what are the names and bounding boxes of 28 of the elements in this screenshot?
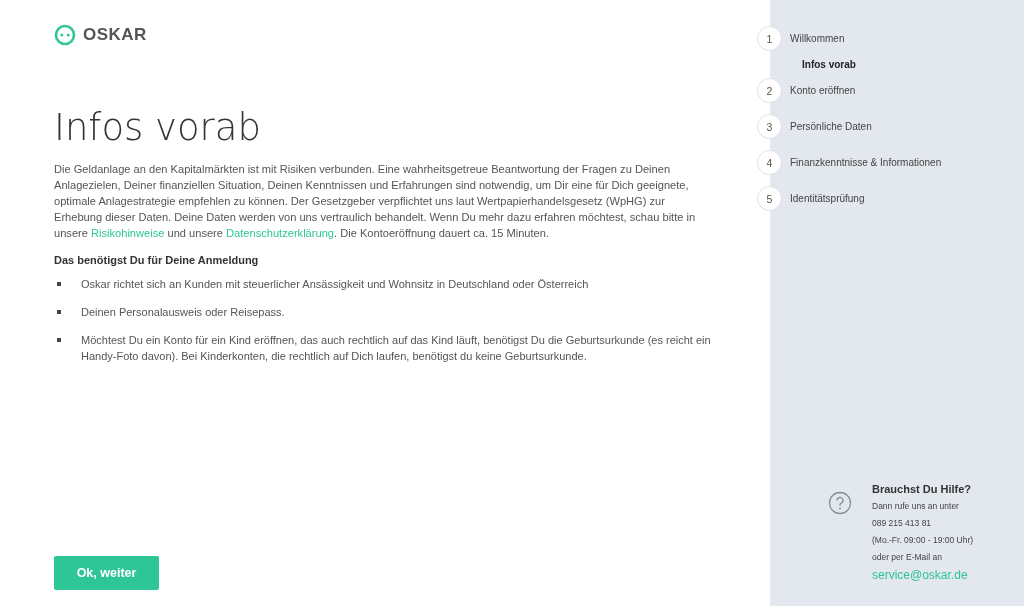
step-label[interactable]: Finanzkenntnisse & Informationen: [790, 157, 942, 168]
bullet-icon: [57, 338, 61, 343]
step-number: 2: [757, 78, 782, 103]
list-item-text: Möchtest Du ein Konto für ein Kind eröffnen, das auch rechtlich auf das Kind läuft, benötigst Du die Geburtsurkunde (es reicht ein Handy-Foto davon). Bei Kinderkonten, die rechtlich auf Dich laufen, benötigst du keine Geburtsurkunde.: [81, 333, 712, 365]
step-label[interactable]: Konto eröffnen: [790, 85, 856, 96]
list-item-text: Oskar richtet sich an Kunden mit steuerlicher Ansässigkeit und Wohnsitz in Deutschland oder Österreich: [81, 277, 589, 293]
bullet-icon: [57, 310, 61, 315]
substep-label[interactable]: Infos vorab: [802, 59, 1024, 70]
help-text: Dann rufe uns an unter: [872, 500, 960, 512]
help-text: 089 215 413 81: [872, 517, 933, 529]
intro-paragraph: Die Geldanlage an den Kapitalmärkten ist mit Risiken verbunden. Eine wahrheitsgetreue Beantwortung der Fragen zu Deinen Anlagezielen, Deiner finanziellen Situation, Deinen Kenntnissen und Erfahrungen sind notwendig, um Dir eine für Dich geeignete, optimale Anlagestrategie empfehlen zu können. Der Gesetzgeber verpflichtet uns laut Wertpapierhandelsgesetz (WpHG) zur Erhebung dieser Daten. Deine Daten werden von uns vertraulich behandelt. Wenn Du mehr dazu erfahren möchtest, schau bitte in unsere Risikohinweise und unsere Datenschutzerklärung. Die Kontoeröffnung dauert ca. 15 Minuten.: [54, 162, 697, 242]
step-number: 4: [757, 150, 782, 175]
section-heading: Das benötigst Du für Deine Anmeldung: [54, 254, 260, 267]
bullet-icon: [57, 282, 61, 287]
page-title: Infos vorab: [54, 106, 262, 149]
help-icon: [828, 491, 852, 515]
logo-text: OSKAR: [83, 25, 147, 45]
step-label[interactable]: Identitätsprüfung: [790, 193, 865, 204]
step-number: 1: [757, 26, 782, 51]
logo-icon: [54, 24, 76, 46]
help-title: Brauchst Du Hilfe?: [872, 483, 972, 495]
step-label[interactable]: Persönliche Daten: [790, 121, 872, 132]
help-text: oder per E-Mail an: [872, 551, 943, 563]
step-number: 3: [757, 114, 782, 139]
step-label[interactable]: Willkommen: [790, 33, 845, 44]
list-item-text: Deinen Personalausweis oder Reisepass.: [81, 305, 285, 321]
step-number: 5: [757, 186, 782, 211]
help-text: (Mo.-Fr. 09:00 - 19:00 Uhr): [872, 534, 974, 546]
